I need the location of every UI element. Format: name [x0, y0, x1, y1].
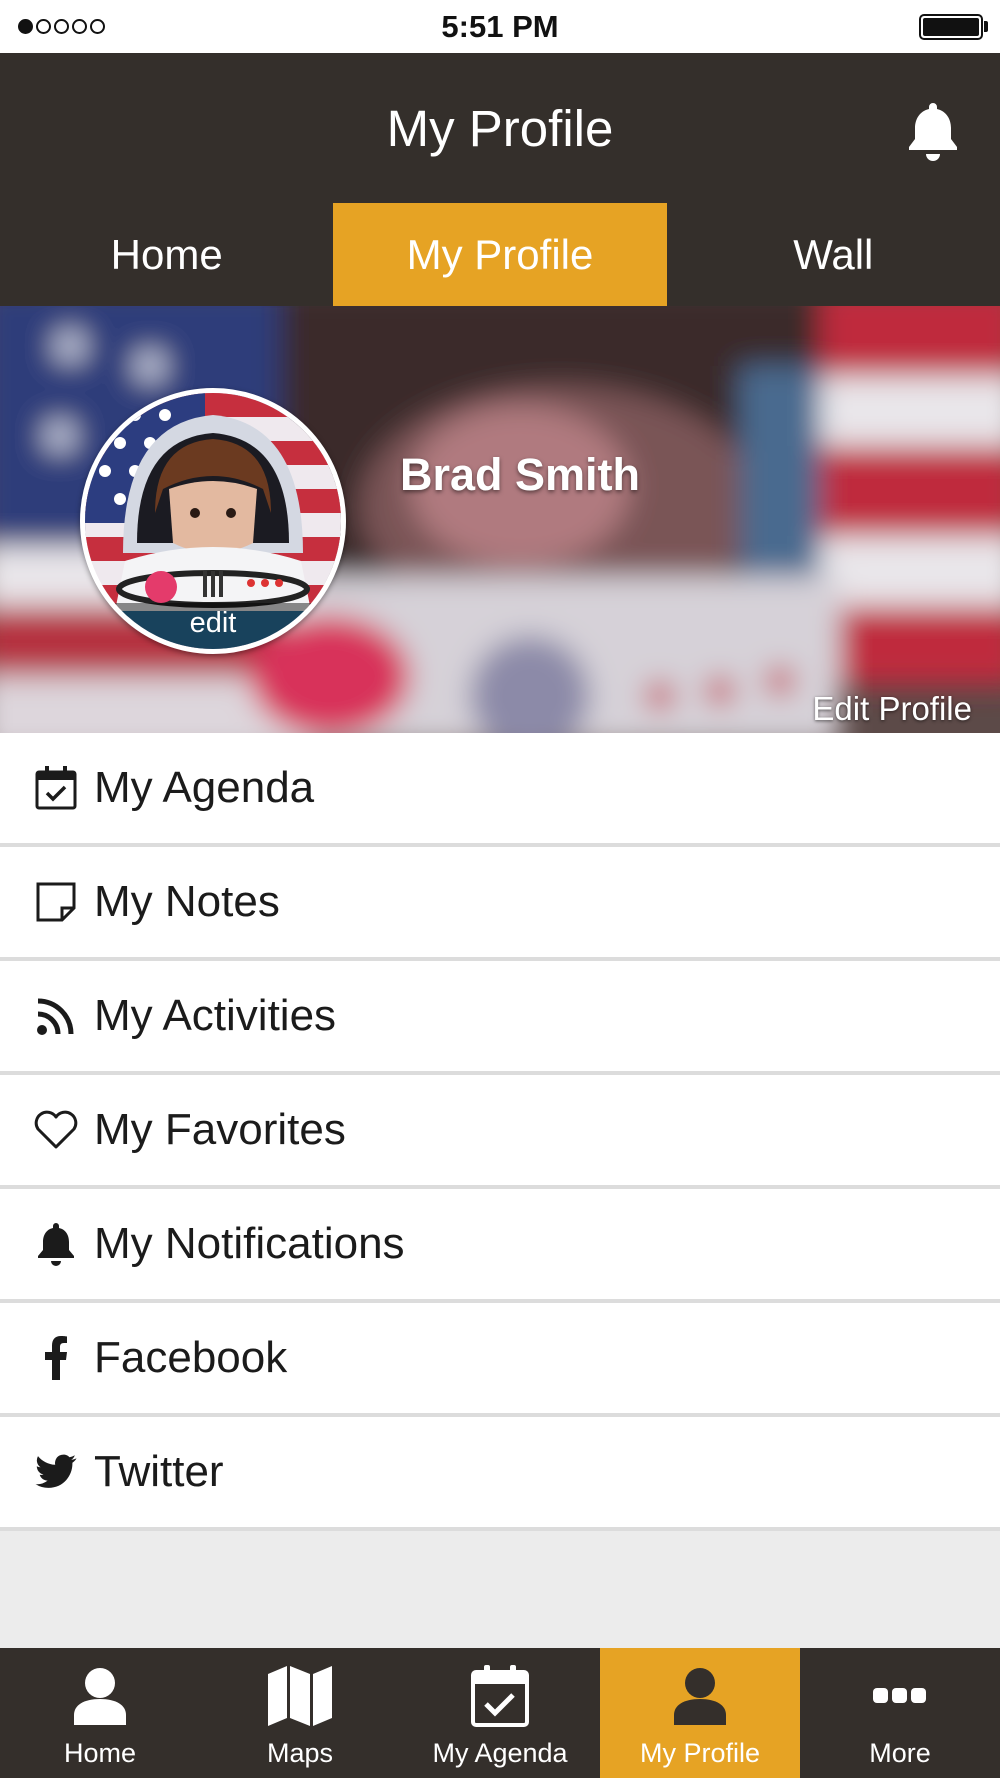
nav-item-label: My Profile	[639, 1738, 761, 1768]
menu-item-label: Twitter	[94, 1447, 224, 1496]
battery-icon	[919, 14, 983, 40]
nav-item-label: My Agenda	[432, 1738, 568, 1768]
battery-tip	[984, 21, 988, 32]
nav-item-maps[interactable]: Maps	[200, 1648, 400, 1778]
tab-wall[interactable]: Wall	[667, 203, 1000, 306]
page-title: My Profile	[386, 100, 614, 157]
menu-item-my-activities[interactable]: My Activities	[0, 961, 1000, 1075]
note-icon	[36, 882, 76, 922]
menu-item-my-agenda[interactable]: My Agenda	[0, 733, 1000, 847]
menu-item-my-favorites[interactable]: My Favorites	[0, 1075, 1000, 1189]
profile-banner: edit Brad Smith Edit Profile	[0, 306, 1000, 733]
edit-profile-link[interactable]: Edit Profile	[812, 690, 972, 728]
top-tabs: Home My Profile Wall	[0, 203, 1000, 306]
menu-item-facebook[interactable]: Facebook	[0, 1303, 1000, 1417]
nav-item-home[interactable]: Home	[0, 1648, 200, 1778]
bottom-nav: Home Maps My Agenda My Profile More	[0, 1648, 1000, 1778]
nav-item-my-profile[interactable]: My Profile	[600, 1648, 800, 1778]
person-icon	[74, 1668, 126, 1725]
rss-icon	[37, 998, 74, 1035]
avatar[interactable]: edit	[80, 388, 346, 654]
menu-item-label: My Favorites	[94, 1105, 346, 1154]
status-bar: 5:51 PM	[0, 0, 1000, 53]
twitter-icon	[35, 1454, 77, 1488]
tab-home[interactable]: Home	[0, 203, 333, 306]
menu-item-label: My Activities	[94, 991, 337, 1040]
tab-my-profile[interactable]: My Profile	[333, 203, 667, 306]
person-icon	[674, 1668, 726, 1725]
menu-item-label: My Notes	[94, 877, 280, 926]
status-time: 5:51 PM	[441, 9, 559, 44]
nav-item-label: More	[869, 1738, 931, 1768]
calendar-check-icon	[35, 766, 77, 810]
facebook-icon	[45, 1336, 67, 1380]
menu-item-my-notifications[interactable]: My Notifications	[0, 1189, 1000, 1303]
bell-icon	[38, 1223, 74, 1266]
menu-item-twitter[interactable]: Twitter	[0, 1417, 1000, 1531]
nav-item-my-agenda[interactable]: My Agenda	[400, 1648, 600, 1778]
avatar-edit-label[interactable]: edit	[85, 603, 341, 649]
bell-icon	[909, 103, 957, 161]
calendar-check-icon	[471, 1665, 529, 1727]
heart-icon	[34, 1110, 78, 1149]
map-icon	[268, 1666, 332, 1726]
nav-item-more[interactable]: More	[800, 1648, 1000, 1778]
notifications-button[interactable]	[905, 101, 961, 161]
menu-item-my-notes[interactable]: My Notes	[0, 847, 1000, 961]
more-dots-icon	[873, 1688, 926, 1703]
menu-item-label: Facebook	[94, 1333, 288, 1382]
profile-menu-list: My Agenda My Notes My Activities My Favo…	[0, 733, 1000, 1531]
nav-item-label: Home	[63, 1738, 137, 1768]
menu-item-label: My Notifications	[94, 1219, 405, 1268]
header: My Profile	[0, 53, 1000, 203]
nav-item-label: Maps	[266, 1738, 334, 1768]
profile-name: Brad Smith	[400, 449, 641, 500]
menu-item-label: My Agenda	[94, 763, 315, 812]
